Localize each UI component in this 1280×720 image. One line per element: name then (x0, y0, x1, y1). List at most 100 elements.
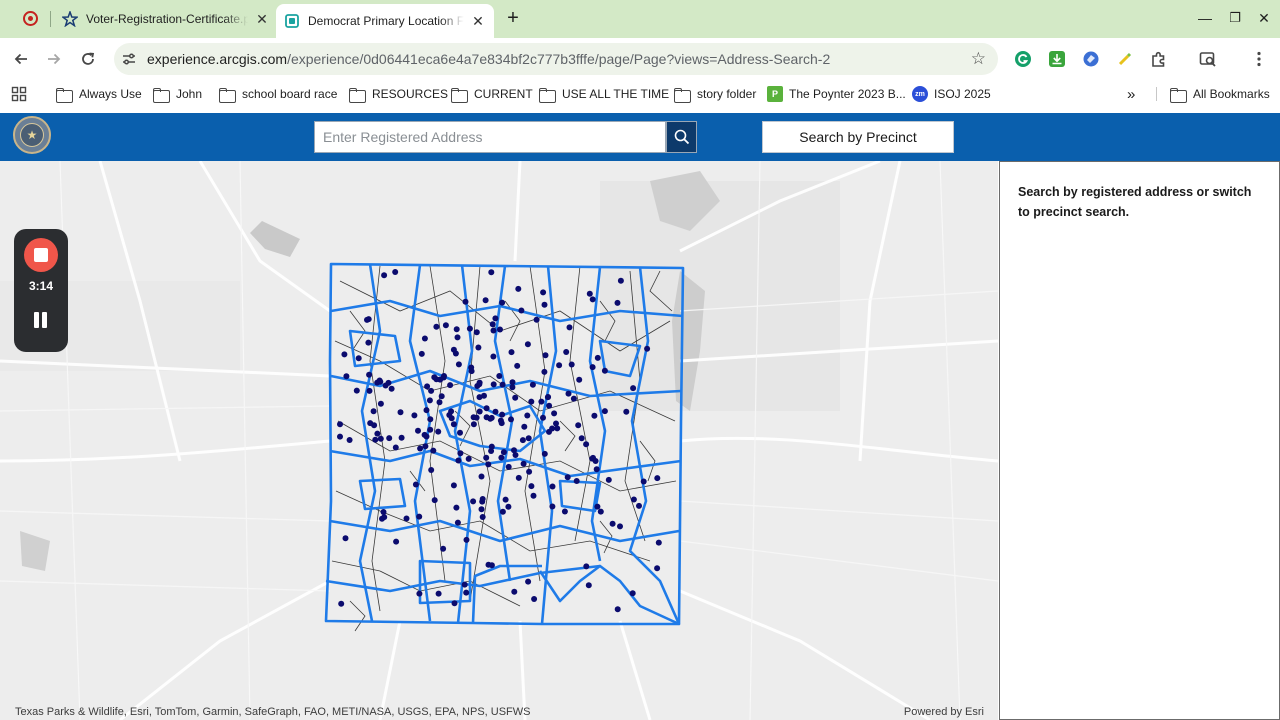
polling-location-marker[interactable] (528, 483, 535, 490)
polling-location-marker[interactable] (422, 443, 429, 450)
polling-location-marker[interactable] (392, 444, 399, 451)
bookmark-current[interactable]: CURRENT (451, 85, 533, 103)
tab-primary-location-finder[interactable]: Democrat Primary Location Finder ✕ (276, 4, 494, 38)
polling-location-marker[interactable] (533, 316, 540, 323)
polling-location-marker[interactable] (440, 545, 447, 552)
polling-location-marker[interactable] (436, 399, 443, 406)
polling-location-marker[interactable] (570, 395, 577, 402)
polling-location-marker[interactable] (446, 412, 453, 418)
polling-location-marker[interactable] (542, 352, 549, 359)
polling-location-marker[interactable] (563, 349, 570, 355)
more-menu-icon[interactable] (1250, 50, 1268, 68)
polling-location-marker[interactable] (573, 478, 580, 484)
polling-location-marker[interactable] (488, 562, 495, 569)
polling-location-marker[interactable] (591, 412, 598, 419)
restore-window-button[interactable]: ❐ (1225, 8, 1245, 28)
puzzle-extensions-icon[interactable] (1150, 50, 1168, 68)
polling-location-marker[interactable] (499, 381, 506, 388)
polling-location-marker[interactable] (511, 447, 517, 454)
polling-location-marker[interactable] (492, 408, 499, 415)
bookmark-story-folder[interactable]: story folder (674, 85, 756, 103)
polling-location-marker[interactable] (528, 398, 535, 405)
pause-icon[interactable] (33, 312, 49, 328)
polling-location-marker[interactable] (498, 454, 505, 461)
polling-location-marker[interactable] (427, 416, 434, 423)
bookmark-star-icon[interactable]: ☆ (971, 49, 986, 69)
polling-location-marker[interactable] (515, 285, 522, 292)
polling-location-marker[interactable] (367, 420, 374, 427)
polling-location-marker[interactable] (583, 441, 590, 448)
bookmark-school-board-race[interactable]: school board race (219, 85, 337, 103)
polling-location-marker[interactable] (473, 414, 480, 421)
polling-location-marker[interactable] (455, 457, 462, 464)
polling-location-marker[interactable] (655, 539, 662, 546)
polling-location-marker[interactable] (549, 483, 556, 490)
polling-location-marker[interactable] (337, 433, 343, 440)
polling-location-marker[interactable] (594, 503, 601, 510)
polling-location-marker[interactable] (479, 496, 486, 502)
polling-location-marker[interactable] (549, 425, 556, 432)
polling-location-marker[interactable] (364, 316, 370, 323)
polling-location-marker[interactable] (476, 394, 483, 401)
polling-location-marker[interactable] (617, 523, 623, 530)
bookmark-use-all-the-time[interactable]: USE ALL THE TIME (539, 85, 669, 103)
polling-location-marker[interactable] (372, 436, 379, 443)
world-extension-icon[interactable] (1082, 50, 1100, 68)
bookmark-resources[interactable]: RESOURCES (349, 85, 448, 103)
polling-location-marker[interactable] (427, 426, 434, 433)
polling-location-marker[interactable] (470, 498, 477, 505)
polling-location-marker[interactable] (540, 289, 547, 296)
polling-location-marker[interactable] (644, 345, 651, 352)
polling-location-marker[interactable] (499, 411, 506, 418)
polling-location-marker[interactable] (353, 387, 360, 394)
polling-location-marker[interactable] (457, 450, 464, 457)
polling-location-marker[interactable] (630, 496, 637, 503)
polling-location-marker[interactable] (346, 437, 353, 443)
polling-location-marker[interactable] (393, 538, 400, 545)
stop-recording-button[interactable] (24, 238, 58, 272)
polling-location-marker[interactable] (416, 513, 423, 520)
polling-location-marker[interactable] (473, 329, 480, 336)
polling-location-marker[interactable] (386, 435, 393, 442)
polling-location-marker[interactable] (490, 327, 497, 334)
polling-location-marker[interactable] (636, 502, 642, 509)
polling-location-marker[interactable] (605, 476, 612, 483)
polling-location-marker[interactable] (478, 506, 485, 513)
polling-location-marker[interactable] (426, 397, 433, 404)
polling-location-marker[interactable] (590, 454, 596, 461)
polling-location-marker[interactable] (541, 450, 548, 457)
polling-location-marker[interactable] (520, 460, 527, 467)
tab-search-icon[interactable] (1199, 50, 1217, 68)
polling-location-marker[interactable] (614, 606, 621, 613)
forward-button[interactable] (43, 48, 65, 70)
polling-location-marker[interactable] (521, 423, 528, 430)
polling-location-marker[interactable] (374, 379, 381, 386)
polling-location-marker[interactable] (488, 443, 495, 450)
polling-location-marker[interactable] (462, 298, 469, 305)
polling-location-marker[interactable] (505, 503, 512, 510)
polling-location-marker[interactable] (497, 417, 504, 424)
polling-location-marker[interactable] (488, 269, 495, 276)
polling-location-marker[interactable] (430, 447, 437, 454)
polling-location-marker[interactable] (509, 379, 516, 386)
polling-location-marker[interactable] (556, 362, 563, 369)
polling-location-marker[interactable] (499, 299, 506, 306)
polling-location-marker[interactable] (482, 297, 489, 304)
polling-location-marker[interactable] (388, 385, 395, 392)
polling-location-marker[interactable] (583, 563, 590, 570)
apps-grid-icon[interactable] (11, 86, 27, 102)
polling-location-marker[interactable] (454, 334, 461, 341)
polling-location-marker[interactable] (530, 492, 537, 499)
polling-location-marker[interactable] (385, 379, 392, 386)
polling-location-marker[interactable] (463, 589, 470, 596)
polling-location-marker[interactable] (593, 466, 600, 473)
polling-location-marker[interactable] (492, 315, 499, 322)
polling-location-marker[interactable] (575, 422, 582, 429)
polling-location-marker[interactable] (377, 400, 384, 407)
polling-location-marker[interactable] (381, 514, 388, 521)
polling-location-marker[interactable] (450, 346, 457, 353)
polling-location-marker[interactable] (483, 405, 490, 412)
bookmark-isoj-2025[interactable]: zm ISOJ 2025 (912, 85, 991, 103)
polling-location-marker[interactable] (601, 367, 608, 374)
polling-location-marker[interactable] (545, 394, 552, 400)
